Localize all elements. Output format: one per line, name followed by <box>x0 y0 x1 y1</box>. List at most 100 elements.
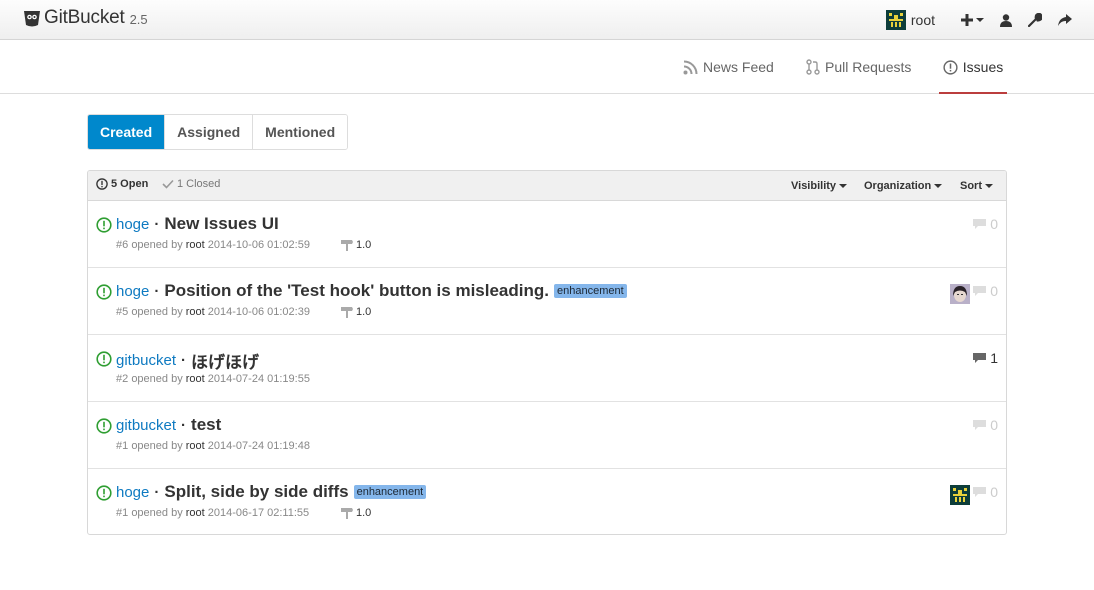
issue-comments-count[interactable]: 0 <box>973 283 998 299</box>
separator-dot: · <box>154 282 160 300</box>
caret-down-icon <box>839 184 848 188</box>
comment-icon <box>973 218 987 229</box>
issue-title-link[interactable]: test <box>191 415 221 435</box>
visibility-dropdown[interactable]: Visibility <box>791 180 848 192</box>
issue-milestone[interactable]: 1.0 <box>341 507 371 519</box>
issue-repo-link[interactable]: hoge <box>116 283 149 300</box>
settings-button[interactable] <box>1028 9 1042 31</box>
top-navbar: GitBucket 2.5 root <box>0 0 1094 40</box>
user-avatar[interactable] <box>885 10 906 30</box>
issue-opened-icon <box>96 284 112 300</box>
profile-button[interactable] <box>1000 9 1012 31</box>
comments-count: 0 <box>990 216 998 232</box>
comments-count: 0 <box>990 283 998 299</box>
wrench-icon <box>1028 13 1042 27</box>
issue-number: #1 <box>116 507 129 519</box>
issue-number: #1 <box>116 440 129 452</box>
milestone-label: 1.0 <box>356 507 372 519</box>
tab-news-feed-label: News Feed <box>703 59 774 75</box>
sort-label: Sort <box>960 180 982 192</box>
issue-author-link[interactable]: root <box>186 239 205 251</box>
issue-repo-link[interactable]: gitbucket <box>116 352 176 369</box>
issue-author-link[interactable]: root <box>186 507 205 519</box>
milestone-label: 1.0 <box>356 239 372 251</box>
issue-row: gitbucket · ほげほげ #2 opened by root 2014-… <box>88 335 1006 402</box>
issue-number: #6 <box>116 239 129 251</box>
comments-count: 0 <box>990 484 998 500</box>
brand-link[interactable]: GitBucket 2.5 <box>22 7 148 29</box>
filter-assigned-button[interactable]: Assigned <box>164 115 253 149</box>
gitbucket-logo-icon <box>24 11 40 27</box>
issue-title-link[interactable]: ほげほげ <box>191 348 259 373</box>
issue-repo-link[interactable]: gitbucket <box>116 417 176 434</box>
person-icon <box>1000 13 1012 27</box>
comments-count: 0 <box>990 417 998 433</box>
tab-news-feed[interactable]: News Feed <box>683 41 774 93</box>
issue-opened-by: opened by <box>131 440 183 452</box>
assignee-avatar[interactable] <box>950 485 970 505</box>
issue-opened-icon <box>96 351 112 367</box>
issue-date: 2014-10-06 01:02:39 <box>207 306 310 318</box>
organization-label: Organization <box>864 180 932 192</box>
new-dropdown[interactable] <box>961 9 984 31</box>
plus-icon <box>961 14 973 26</box>
comment-icon <box>973 285 987 296</box>
sort-dropdown[interactable]: Sort <box>960 180 993 192</box>
issue-opened-icon <box>96 217 112 233</box>
issue-opened-by: opened by <box>131 239 183 251</box>
filter-created-button[interactable]: Created <box>88 115 165 149</box>
separator-dot: · <box>181 352 187 369</box>
caret-down-icon <box>985 184 993 188</box>
share-arrow-icon <box>1058 14 1072 26</box>
milestone-icon <box>341 240 353 251</box>
issue-row: gitbucket · test #1 opened by root 2014-… <box>88 402 1006 469</box>
issue-label[interactable]: enhancement <box>553 284 627 298</box>
issue-date: 2014-07-24 01:19:48 <box>207 440 310 452</box>
sign-out-button[interactable] <box>1058 9 1072 31</box>
issue-comments-count[interactable]: 0 <box>973 417 998 433</box>
issue-repo-link[interactable]: hoge <box>116 484 149 501</box>
milestone-label: 1.0 <box>356 306 372 318</box>
issue-title-link[interactable]: Position of the 'Test hook' button is mi… <box>164 281 549 301</box>
issue-milestone[interactable]: 1.0 <box>341 306 371 318</box>
organization-dropdown[interactable]: Organization <box>864 180 943 192</box>
issue-comments-count[interactable]: 1 <box>973 350 998 366</box>
issue-milestone[interactable]: 1.0 <box>341 239 371 251</box>
issue-number: #2 <box>116 373 129 385</box>
issue-meta: #1 opened by root 2014-07-24 01:19:48 <box>116 440 310 452</box>
issue-author-link[interactable]: root <box>186 440 205 452</box>
issue-meta: #5 opened by root 2014-10-06 01:02:39 <box>116 306 310 318</box>
issue-title-link[interactable]: New Issues UI <box>164 214 278 234</box>
issues-list-header: 5 Open 1 Closed Visibility Organization … <box>88 171 1006 201</box>
separator-dot: · <box>154 215 160 233</box>
milestone-icon <box>341 508 353 519</box>
tab-pull-requests-label: Pull Requests <box>825 59 912 75</box>
closed-count-label: 1 Closed <box>177 178 221 190</box>
issue-opened-icon <box>943 59 958 75</box>
issue-repo-link[interactable]: hoge <box>116 216 149 233</box>
separator-dot: · <box>154 483 160 501</box>
tab-pull-requests[interactable]: Pull Requests <box>806 41 911 93</box>
check-icon <box>162 179 174 189</box>
open-issues-filter[interactable]: 5 Open <box>96 178 148 190</box>
issue-meta: #6 opened by root 2014-10-06 01:02:59 <box>116 239 310 251</box>
tab-issues-label: Issues <box>962 59 1004 75</box>
milestone-icon <box>341 307 353 318</box>
issue-comments-count[interactable]: 0 <box>973 216 998 232</box>
issue-number: #5 <box>116 306 129 318</box>
issue-label[interactable]: enhancement <box>353 485 427 499</box>
issue-title-link[interactable]: Split, side by side diffs <box>164 482 348 502</box>
filter-mentioned-button[interactable]: Mentioned <box>252 115 348 149</box>
issue-author-link[interactable]: root <box>186 306 205 318</box>
assignee-avatar[interactable] <box>950 284 970 304</box>
tab-issues[interactable]: Issues <box>939 41 1007 94</box>
brand-name: GitBucket <box>44 7 125 28</box>
issue-row: hoge · Position of the 'Test hook' butto… <box>88 268 1006 335</box>
issue-comments-count[interactable]: 0 <box>973 484 998 500</box>
user-name-link[interactable]: root <box>911 12 935 28</box>
issue-author-link[interactable]: root <box>186 373 205 385</box>
caret-down-icon <box>934 184 943 188</box>
dashboard-subnav: News Feed Pull Requests Issues <box>0 41 1094 94</box>
comment-icon <box>973 419 987 430</box>
closed-issues-filter[interactable]: 1 Closed <box>162 178 220 190</box>
